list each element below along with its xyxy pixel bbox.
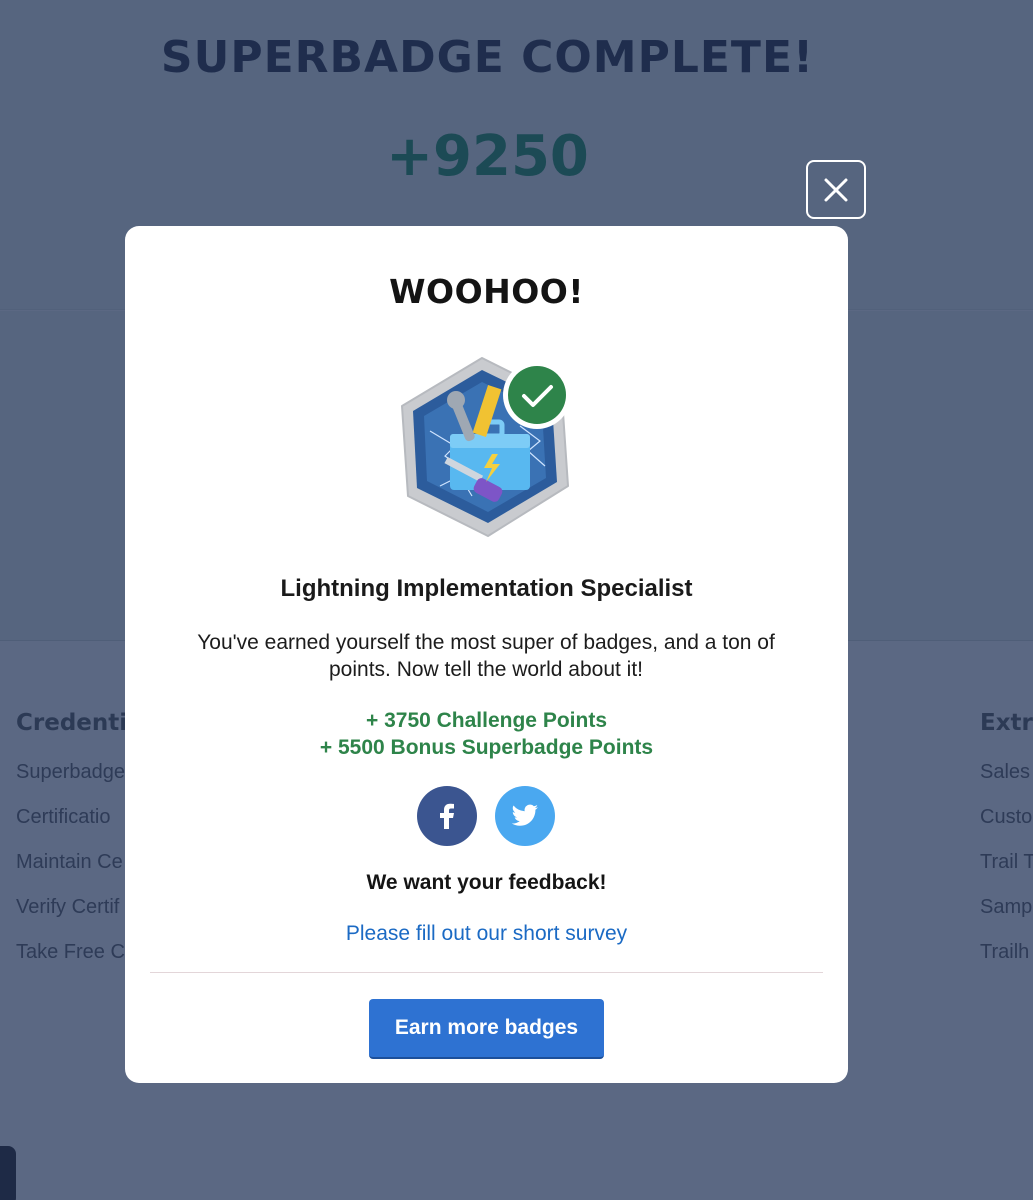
- side-tab[interactable]: [0, 1146, 16, 1200]
- twitter-icon: [511, 804, 538, 826]
- survey-link[interactable]: Please fill out our short survey: [0, 922, 973, 946]
- footer-link[interactable]: Certificatio: [16, 805, 143, 829]
- footer-link[interactable]: Superbadge: [16, 760, 143, 784]
- feedback-heading: We want your feedback!: [366, 871, 607, 894]
- footer-link[interactable]: Sales: [980, 760, 1033, 784]
- earn-more-badges-button[interactable]: Earn more badges: [369, 999, 604, 1059]
- close-icon: [824, 178, 848, 201]
- close-button[interactable]: [806, 160, 866, 219]
- congrats-message: You've earned yourself the most super of…: [197, 631, 775, 681]
- footer-link[interactable]: Verify Certif: [16, 895, 143, 919]
- footer-link[interactable]: Custo: [980, 805, 1033, 829]
- footer-heading: Extra: [980, 710, 1033, 736]
- facebook-share-button[interactable]: [417, 786, 477, 846]
- badge-name: Lightning Implementation Specialist: [280, 575, 693, 602]
- divider: [150, 972, 823, 973]
- superbadge-image: [401, 357, 571, 537]
- footer-column-extras: Extra Sales Custo Trail T Samp Trailh: [980, 710, 1033, 985]
- footer-link[interactable]: Trailh: [980, 940, 1033, 964]
- modal-heading: WOOHOO!: [389, 272, 584, 311]
- facebook-icon: [440, 803, 454, 829]
- footer-link[interactable]: Trail T: [980, 850, 1033, 874]
- challenge-points: + 3750 Challenge Points: [365, 709, 607, 732]
- page-title: SUPERBADGE COMPLETE!: [160, 32, 815, 83]
- twitter-share-button[interactable]: [495, 786, 555, 846]
- footer-link[interactable]: Samp: [980, 895, 1033, 919]
- bonus-points: + 5500 Bonus Superbadge Points: [319, 736, 654, 759]
